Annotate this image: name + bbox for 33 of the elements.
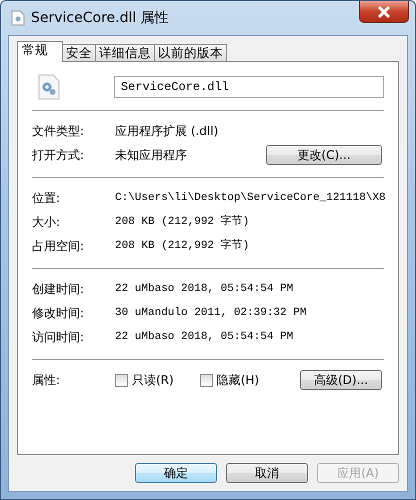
tab[interactable]: 详细信息	[95, 44, 155, 61]
field-label: 位置:	[32, 190, 62, 207]
field-label: 文件类型:	[32, 123, 86, 140]
field-value: 22 uMbaso 2018, 05:54:54 PM	[115, 282, 294, 297]
field-label: 修改时间:	[32, 305, 86, 322]
window-title: ServiceCore.dll 属性	[31, 8, 169, 28]
gear-file-icon	[38, 74, 60, 100]
close-button[interactable]	[359, 1, 409, 23]
field-value: 应用程序扩展 (.dll)	[115, 123, 220, 140]
field-label: 打开方式:	[32, 147, 86, 164]
field-label: 访问时间:	[32, 329, 86, 346]
tab[interactable]: 安全	[62, 44, 96, 61]
field-value: 未知应用程序	[115, 147, 187, 164]
close-icon	[376, 6, 392, 18]
file-icon	[11, 10, 25, 26]
file-name-field[interactable]: ServiceCore.dll	[114, 76, 384, 98]
field-value: C:\Users\li\Desktop\ServiceCore_121118\X8	[115, 190, 386, 206]
advanced-button[interactable]: 高级(D)...	[300, 370, 382, 390]
dialog-button[interactable]: 确定	[135, 463, 217, 483]
attributes-label: 属性:	[32, 372, 62, 389]
field-label: 创建时间:	[32, 281, 86, 298]
field-label: 占用空间:	[32, 238, 86, 255]
change-button[interactable]: 更改(C)...	[266, 145, 382, 165]
tab[interactable]: 以前的版本	[154, 44, 227, 61]
dialog-button[interactable]: 取消	[226, 463, 308, 483]
field-value: 208 KB (212,992 字节)	[115, 214, 250, 230]
checkbox[interactable]: 隐藏(H)	[200, 371, 260, 389]
field-value: 30 uMandulo 2011, 02:39:32 PM	[115, 306, 308, 321]
field-label: 大小:	[32, 214, 62, 231]
field-value: 208 KB (212,992 字节)	[115, 238, 250, 254]
checkbox[interactable]: 只读(R)	[115, 371, 174, 389]
tab[interactable]: 常规	[17, 41, 63, 62]
field-value: 22 uMbaso 2018, 05:54:54 PM	[115, 330, 294, 345]
